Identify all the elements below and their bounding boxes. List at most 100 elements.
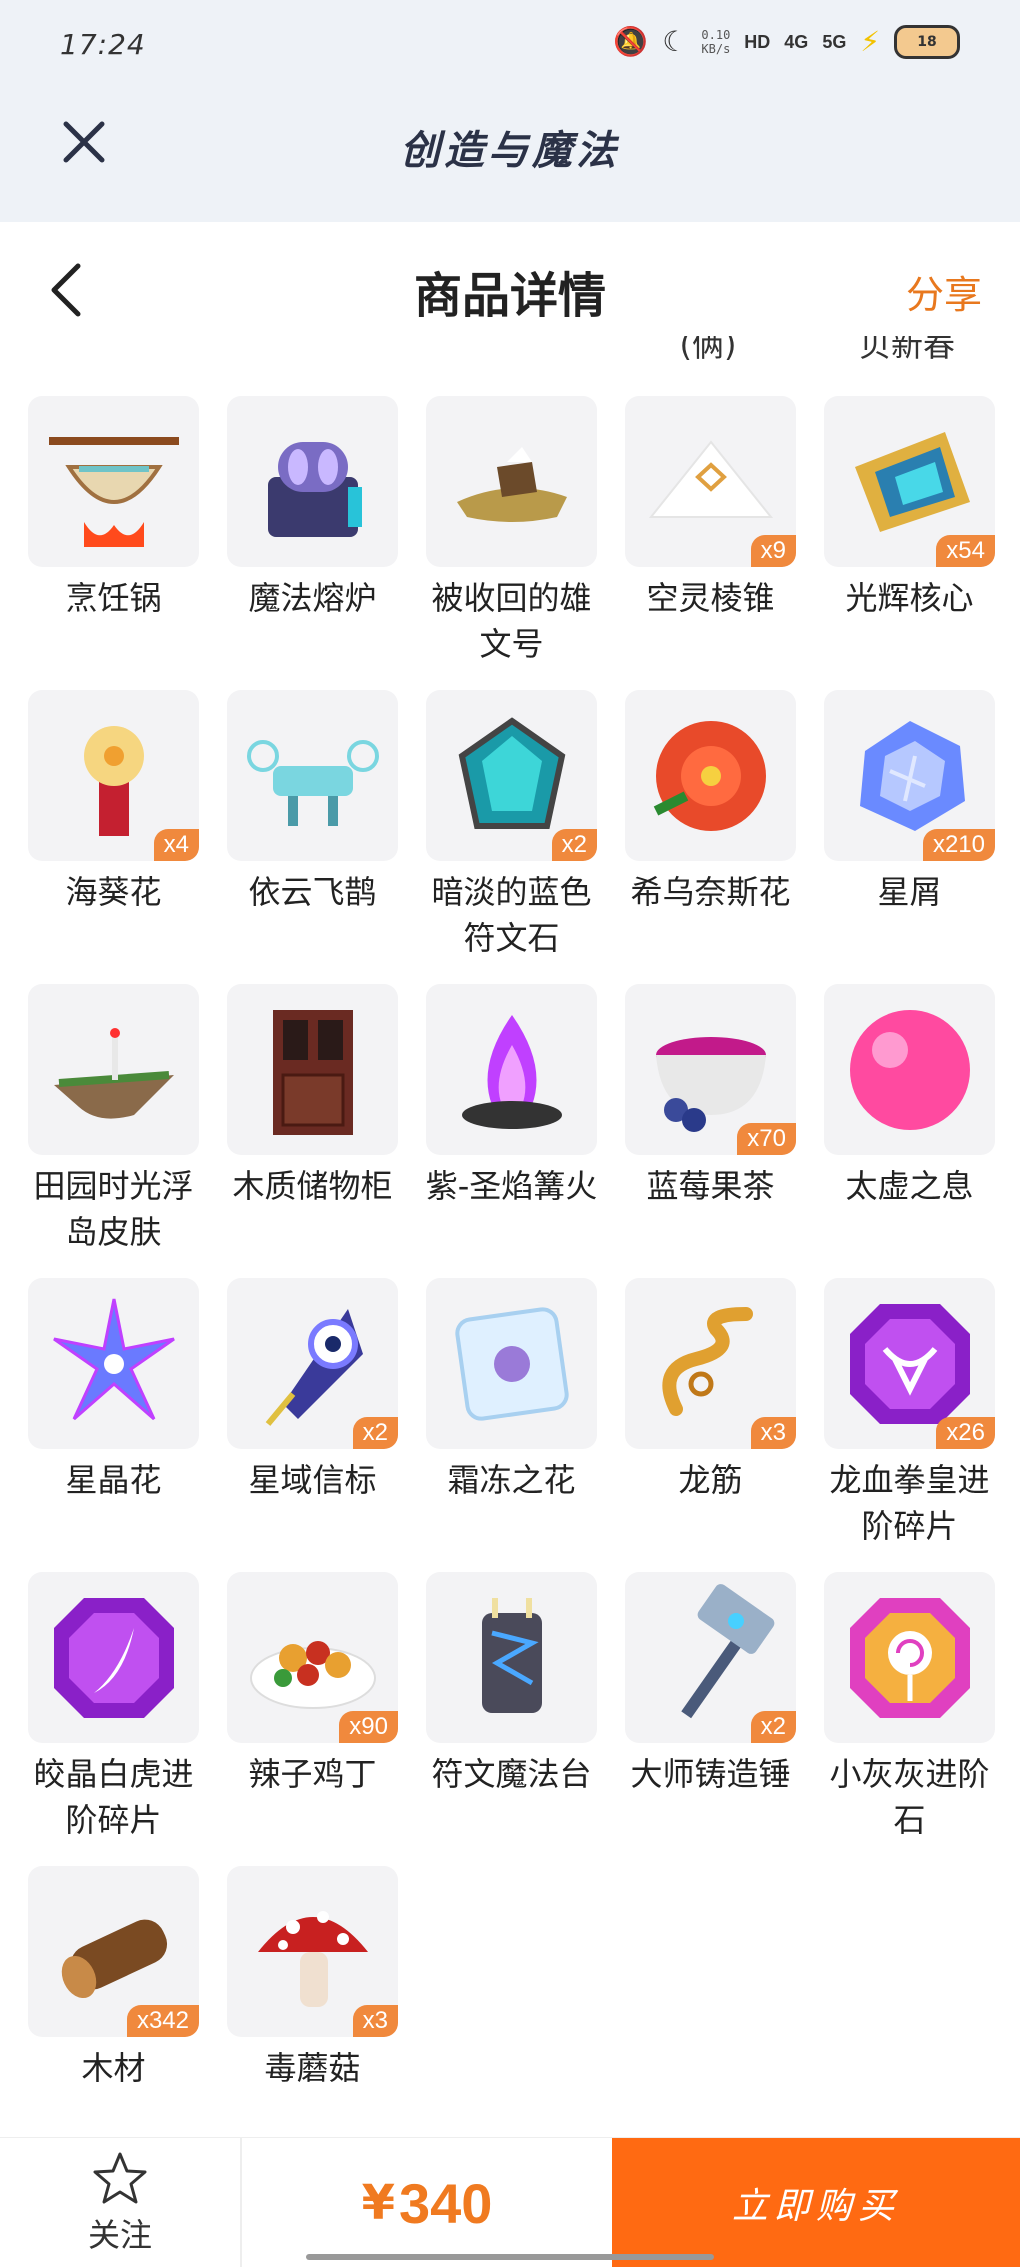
item-name: 紫-圣焰篝火	[425, 1167, 598, 1205]
item-name: 希乌奈斯花	[630, 873, 791, 911]
item-thumbnail: x90	[227, 1572, 398, 1743]
product-item[interactable]: x210 星屑	[824, 690, 995, 984]
item-thumbnail: x2	[625, 1572, 796, 1743]
star-beacon-icon	[265, 1308, 363, 1426]
item-thumbnail	[625, 690, 796, 861]
quantity-badge: x2	[352, 1417, 398, 1449]
home-indicator	[306, 2254, 714, 2260]
star-icon	[93, 2152, 147, 2204]
net-speed: 0.10 KB/s	[701, 28, 731, 56]
item-name: 皎晶白虎进阶碎片	[33, 1755, 194, 1839]
moon-icon: ☾	[662, 25, 688, 58]
quantity-badge: x2	[750, 1711, 796, 1743]
product-item[interactable]: 希乌奈斯花	[625, 690, 796, 984]
product-item[interactable]: 小灰灰进阶石	[824, 1572, 995, 1866]
quantity-badge: x3	[352, 2005, 398, 2037]
quantity-badge: x9	[750, 535, 796, 567]
floating-island-icon	[53, 1027, 174, 1119]
product-item[interactable]: x54 光辉核心	[824, 396, 995, 690]
item-thumbnail: x3	[625, 1278, 796, 1449]
item-thumbnail: x3	[227, 1866, 398, 2037]
item-thumbnail	[28, 984, 199, 1155]
wooden-cabinet-icon	[272, 1009, 353, 1135]
product-item[interactable]: x9 空灵棱锥	[625, 396, 796, 690]
product-item[interactable]: 田园时光浮岛皮肤	[28, 984, 199, 1278]
wrecked-ship-icon	[456, 446, 567, 522]
poison-mushroom-icon	[257, 1910, 368, 2007]
buy-now-button[interactable]: 立即购买	[612, 2138, 1020, 2267]
quantity-badge: x210	[922, 829, 995, 861]
red-flower-icon	[653, 720, 766, 831]
item-name: 暗淡的蓝色符文石	[431, 873, 592, 957]
product-item[interactable]: x3 毒蘑菇	[227, 1866, 398, 2160]
clipped-previous-row: (俩) 贝新春	[0, 336, 1020, 366]
product-item[interactable]: x2 大师铸造锤	[625, 1572, 796, 1866]
item-thumbnail: x54	[824, 396, 995, 567]
product-item[interactable]: 符文魔法台	[426, 1572, 597, 1866]
item-thumbnail: x2	[227, 1278, 398, 1449]
purple-claw-shard-icon	[53, 1597, 174, 1718]
item-name: 依云飞鹊	[248, 873, 377, 911]
product-item[interactable]: x2 暗淡的蓝色符文石	[426, 690, 597, 984]
product-item[interactable]: x3 龙筋	[625, 1278, 796, 1572]
item-name: 龙血拳皇进阶碎片	[829, 1461, 990, 1545]
dragon-tendon-icon	[661, 1306, 753, 1416]
product-item[interactable]: x90 辣子鸡丁	[227, 1572, 398, 1866]
product-item[interactable]: x342 木材	[28, 1866, 199, 2160]
product-item[interactable]: 皎晶白虎进阶碎片	[28, 1572, 199, 1866]
share-button[interactable]: 分享	[906, 264, 982, 319]
product-item[interactable]: 依云飞鹊	[227, 690, 398, 984]
item-name: 太虚之息	[845, 1167, 974, 1205]
stardust-icon	[859, 720, 965, 831]
rune-altar-icon	[481, 1597, 542, 1713]
battery-icon: 18	[894, 25, 960, 59]
item-thumbnail: x2	[426, 690, 597, 861]
product-item[interactable]: x26 龙血拳皇进阶碎片	[824, 1278, 995, 1572]
product-item[interactable]: 被收回的雄文号	[426, 396, 597, 690]
page-title: 商品详情	[413, 268, 606, 324]
item-thumbnail	[426, 1572, 597, 1743]
frost-flower-icon	[454, 1306, 569, 1421]
bottom-bar: 关注 ¥ 340 立即购买	[0, 2137, 1020, 2267]
blueberry-tea-icon	[655, 1036, 766, 1132]
item-thumbnail	[426, 1278, 597, 1449]
item-name: 大师铸造锤	[630, 1755, 791, 1793]
product-item[interactable]: x2 星域信标	[227, 1278, 398, 1572]
forge-hammer-icon	[680, 1583, 774, 1718]
product-item[interactable]: 紫-圣焰篝火	[426, 984, 597, 1278]
item-thumbnail: x9	[625, 396, 796, 567]
product-item[interactable]: 太虚之息	[824, 984, 995, 1278]
clipped-label: (俩)	[679, 336, 737, 364]
follow-button[interactable]: 关注	[0, 2138, 242, 2267]
cooking-pot-icon	[48, 436, 179, 547]
item-name: 星屑	[877, 873, 942, 911]
item-grid: 烹饪锅 魔法熔炉 被收回的雄文号 x9 空灵棱锥 x54 光辉核心 x4 海葵花 依云飞鹊 x2 暗淡…	[28, 396, 1002, 2160]
item-thumbnail	[227, 396, 398, 567]
mute-bell-icon: 🔕	[613, 25, 649, 58]
item-thumbnail	[28, 396, 199, 567]
blue-rune-stone-icon	[458, 716, 565, 829]
item-name: 星晶花	[65, 1461, 162, 1499]
item-name: 霜冻之花	[447, 1461, 576, 1499]
item-name: 木材	[81, 2049, 146, 2087]
product-item[interactable]: 星晶花	[28, 1278, 199, 1572]
product-item[interactable]: 霜冻之花	[426, 1278, 597, 1572]
purple-bull-shard-icon	[849, 1303, 970, 1424]
item-name: 辣子鸡丁	[248, 1755, 377, 1793]
item-thumbnail	[426, 396, 597, 567]
signal-4g-icon: 4G	[784, 31, 809, 52]
clipped-label: 贝新春	[858, 336, 955, 364]
product-item[interactable]: x70 蓝莓果茶	[625, 984, 796, 1278]
item-name: 空灵棱锥	[646, 579, 775, 617]
product-item[interactable]: 魔法熔炉	[227, 396, 398, 690]
quantity-badge: x90	[339, 1711, 398, 1743]
product-item[interactable]: x4 海葵花	[28, 690, 199, 984]
purple-bonfire-icon	[461, 1014, 562, 1129]
product-item[interactable]: 木质储物柜	[227, 984, 398, 1278]
product-item[interactable]: 烹饪锅	[28, 396, 199, 690]
white-pyramid-icon	[648, 439, 773, 518]
item-name: 田园时光浮岛皮肤	[33, 1167, 194, 1251]
item-name: 烹饪锅	[65, 579, 162, 617]
status-time: 17:24	[60, 28, 146, 61]
item-thumbnail	[28, 1572, 199, 1743]
